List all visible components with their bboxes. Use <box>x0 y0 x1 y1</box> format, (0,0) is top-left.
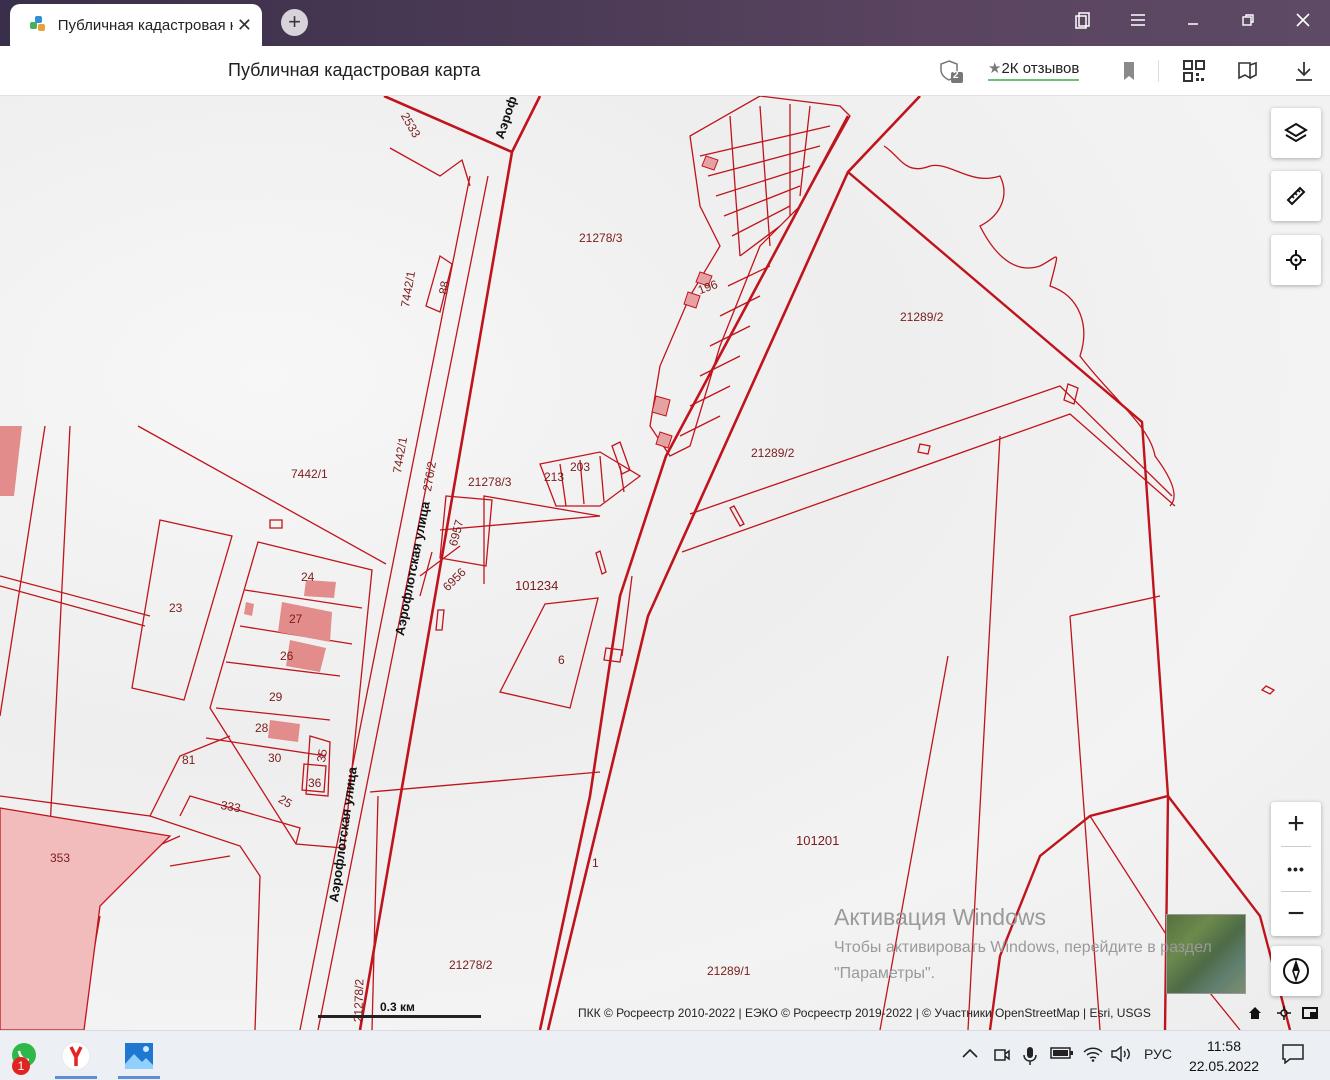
reviews-label: 2К отзывов <box>1001 60 1080 77</box>
tab-close-icon[interactable]: ✕ <box>237 15 252 36</box>
parcel-label[interactable]: 26 <box>280 649 293 663</box>
activation-text: Чтобы активировать Windows, перейдите в … <box>834 939 1212 956</box>
shield-badge: 2 <box>953 70 959 81</box>
taskbar-whatsapp[interactable]: 1 <box>0 1033 50 1079</box>
tab-title: Публичная кадастровая карта <box>57 16 233 34</box>
scale-label: 0.3 км <box>380 1000 415 1014</box>
notification-badge: 1 <box>12 1057 30 1075</box>
windows-taskbar: 1 РУС 11:58 22.05.2022 <box>0 1030 1330 1080</box>
compass-button[interactable] <box>1271 946 1321 996</box>
wifi-icon[interactable] <box>1083 1046 1103 1065</box>
parcel-label[interactable]: 21289/2 <box>900 310 943 324</box>
volume-icon[interactable] <box>1110 1045 1132 1065</box>
layers-button[interactable] <box>1271 108 1321 158</box>
microphone-icon[interactable] <box>1022 1046 1038 1069</box>
parcel-label[interactable]: 101234 <box>515 578 558 593</box>
download-icon[interactable] <box>1291 58 1317 84</box>
compass-icon <box>1283 958 1309 984</box>
star-icon: ★ <box>988 60 1002 77</box>
parcel-label[interactable]: 101201 <box>796 833 839 848</box>
minimize-icon[interactable] <box>1178 10 1208 36</box>
yandex-icon <box>61 1041 91 1071</box>
scale-bar: 0.3 км <box>318 1000 481 1018</box>
system-clock[interactable]: 11:58 22.05.2022 <box>1188 1036 1260 1076</box>
parcel-label[interactable]: 27 <box>289 612 302 626</box>
site-favicon-icon <box>30 16 48 34</box>
parcel-label[interactable]: 30 <box>268 751 281 765</box>
taskbar-yandex-browser[interactable] <box>51 1033 101 1079</box>
parcel-label[interactable]: 24 <box>301 570 314 584</box>
parcel-label[interactable]: 353 <box>50 851 70 865</box>
qr-code-icon[interactable] <box>1181 58 1207 84</box>
scale-line <box>318 1015 481 1018</box>
browser-tab[interactable]: Публичная кадастровая карта ✕ <box>10 4 262 46</box>
clock-date: 22.05.2022 <box>1188 1058 1260 1074</box>
minimap-toggle-icon[interactable] <box>1302 1006 1318 1025</box>
target-icon[interactable] <box>1277 1006 1291 1025</box>
windows-activation-watermark: Активация Windows Чтобы активировать Win… <box>834 904 1212 987</box>
parcel-label[interactable]: 6 <box>558 653 565 667</box>
browser-tab-strip: Публичная кадастровая карта ✕ + <box>0 0 1330 46</box>
activation-title: Активация Windows <box>834 904 1046 930</box>
parcel-label[interactable]: 36 <box>308 776 321 790</box>
close-window-icon[interactable] <box>1288 10 1318 36</box>
photos-icon <box>125 1043 153 1069</box>
parcel-label[interactable]: 21278/2 <box>449 958 492 972</box>
map-attribution: ПКК © Росреестр 2010-2022 | ЕЭКО © Росре… <box>578 1006 1151 1020</box>
parcel-label[interactable]: 203 <box>570 460 590 474</box>
reviews-link[interactable]: ★2К отзывов <box>988 59 1080 81</box>
more-tools-button[interactable]: ••• <box>1271 847 1321 891</box>
locate-button[interactable] <box>1271 235 1321 285</box>
parcel-label[interactable]: 29 <box>269 690 282 704</box>
new-tab-button[interactable]: + <box>281 9 308 36</box>
parcel-label[interactable]: 81 <box>182 753 195 767</box>
clock-time: 11:58 <box>1207 1038 1241 1054</box>
battery-icon[interactable] <box>1050 1046 1074 1063</box>
protect-shield-icon[interactable]: 2 <box>938 58 964 84</box>
meet-now-icon[interactable] <box>993 1046 1011 1067</box>
taskbar-photos[interactable] <box>114 1033 164 1079</box>
parcel-label[interactable]: 23 <box>169 601 182 615</box>
zoom-out-button[interactable]: − <box>1271 892 1321 936</box>
parcel-label[interactable]: 21289/2 <box>751 446 794 460</box>
parcel-label[interactable]: 1 <box>592 856 599 870</box>
notifications-icon[interactable] <box>1282 1044 1304 1067</box>
activation-text: "Параметры". <box>834 965 936 982</box>
reader-mode-icon[interactable] <box>1235 58 1261 84</box>
parcel-boundaries <box>0 96 1292 1030</box>
layers-icon <box>1284 122 1308 143</box>
cadastral-map[interactable]: 21278/3 21289/2 21289/2 21278/3 7442/1 7… <box>0 96 1330 1030</box>
menu-icon[interactable] <box>1123 10 1153 36</box>
address-bar: Публичная кадастровая карта 2 ★2К отзыво… <box>0 46 1330 96</box>
input-language[interactable]: РУС <box>1144 1046 1172 1062</box>
parcel-label[interactable]: 35 <box>314 748 330 764</box>
parcel-label[interactable]: 21278/3 <box>468 475 511 489</box>
parcel-label[interactable]: 7442/1 <box>291 467 328 481</box>
parcel-label[interactable]: 28 <box>255 721 268 735</box>
locate-icon <box>1286 250 1306 270</box>
bookmark-icon[interactable] <box>1116 58 1142 84</box>
ruler-icon <box>1286 186 1306 206</box>
parcel-label[interactable]: 88 <box>436 280 452 296</box>
tabs-overview-icon[interactable] <box>1068 10 1098 36</box>
zoom-controls: + ••• − <box>1271 802 1321 936</box>
toolbar-divider <box>1158 60 1159 82</box>
measure-button[interactable] <box>1271 171 1321 221</box>
page-title[interactable]: Публичная кадастровая карта <box>228 60 480 81</box>
show-hidden-icons-icon[interactable] <box>961 1046 979 1063</box>
zoom-in-button[interactable]: + <box>1271 802 1321 846</box>
parcel-label[interactable]: 21278/3 <box>579 231 622 245</box>
parcel-label[interactable]: 21289/1 <box>707 964 750 978</box>
parcel-label[interactable]: 213 <box>544 470 564 484</box>
home-icon[interactable] <box>1248 1006 1262 1025</box>
restore-icon[interactable] <box>1233 10 1263 36</box>
